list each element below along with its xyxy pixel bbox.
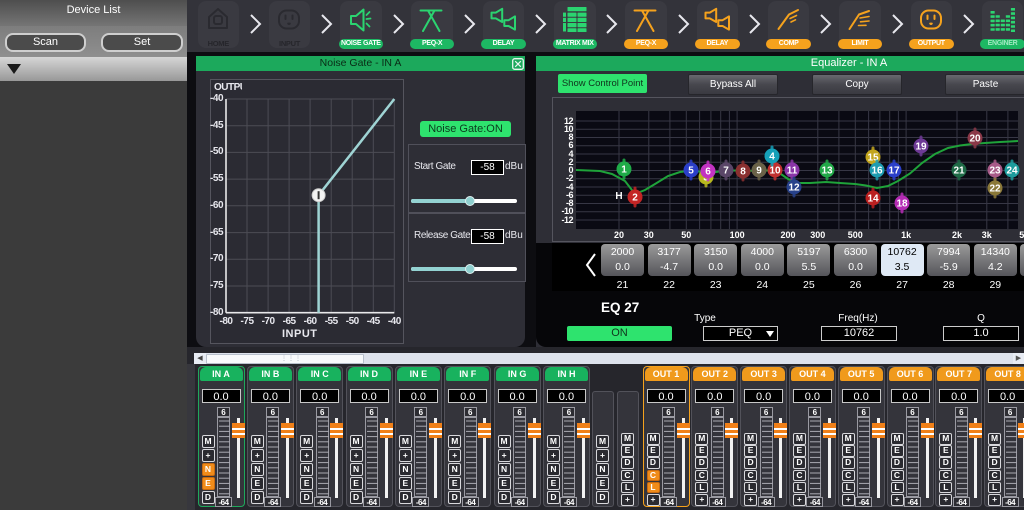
svg-text:13: 13 bbox=[821, 166, 833, 177]
svg-text:8: 8 bbox=[740, 167, 746, 178]
svg-text:14: 14 bbox=[867, 194, 879, 205]
svg-text:11: 11 bbox=[787, 166, 798, 177]
svg-text:22: 22 bbox=[989, 184, 1001, 195]
svg-text:2: 2 bbox=[632, 193, 638, 204]
svg-text:18: 18 bbox=[896, 199, 908, 210]
svg-text:12: 12 bbox=[788, 183, 800, 194]
svg-text:20: 20 bbox=[969, 134, 981, 145]
svg-text:7: 7 bbox=[723, 166, 729, 177]
svg-text:6: 6 bbox=[705, 167, 711, 178]
svg-text:23: 23 bbox=[989, 166, 1001, 177]
svg-text:1: 1 bbox=[621, 165, 627, 176]
svg-text:10: 10 bbox=[769, 166, 781, 177]
svg-text:16: 16 bbox=[871, 166, 883, 177]
svg-text:17: 17 bbox=[888, 166, 900, 177]
svg-text:19: 19 bbox=[915, 142, 927, 153]
svg-text:H: H bbox=[615, 191, 622, 202]
svg-text:24: 24 bbox=[1006, 166, 1018, 177]
svg-text:4: 4 bbox=[769, 152, 775, 163]
svg-text:21: 21 bbox=[953, 166, 965, 177]
svg-text:5: 5 bbox=[688, 166, 694, 177]
svg-text:9: 9 bbox=[756, 166, 762, 177]
